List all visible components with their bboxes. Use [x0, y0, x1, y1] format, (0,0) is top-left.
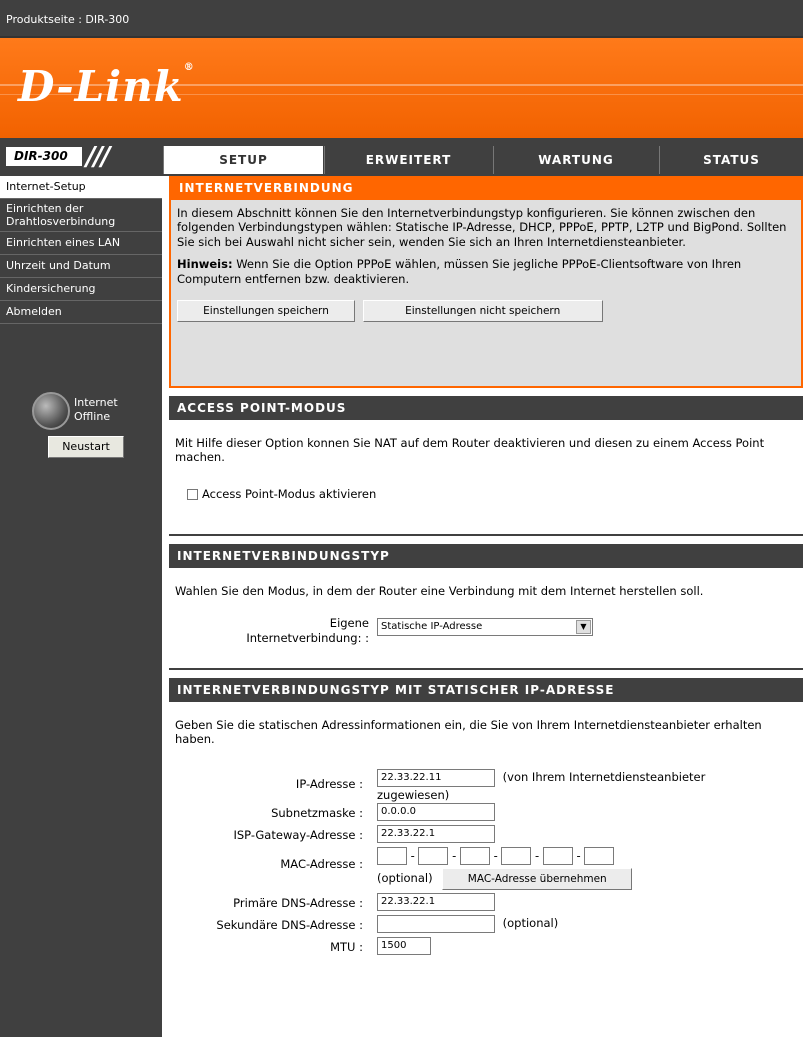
ip-address-hint: (von Ihrem Internetdiensteanbieter: [502, 770, 706, 785]
tab-setup[interactable]: SETUP: [163, 146, 323, 174]
mac-optional-label: (optional): [377, 870, 433, 885]
ap-mode-label: Access Point-Modus aktivieren: [202, 486, 377, 501]
clone-mac-button[interactable]: MAC-Adresse übernehmen: [442, 867, 633, 890]
ip-address-label: IP-Adresse :: [295, 776, 363, 791]
mac-octet-5[interactable]: [542, 846, 573, 865]
sidebar-item-time[interactable]: Uhrzeit und Datum: [0, 255, 162, 278]
mtu-input[interactable]: 1500: [377, 936, 431, 955]
mac-octet-3[interactable]: [459, 846, 490, 865]
mac-address-label: MAC-Adresse :: [280, 856, 363, 871]
model-slashes-icon: ///: [86, 142, 110, 172]
gateway-input[interactable]: 22.33.22.1: [377, 824, 495, 843]
ap-description: Mit Hilfe dieser Option konnen Sie NAT a…: [175, 436, 765, 465]
primary-dns-input[interactable]: 22.33.22.1: [377, 892, 495, 911]
dlink-logo: D-Link®: [18, 62, 195, 111]
ip-address-input[interactable]: 22.33.22.11: [377, 768, 495, 787]
connection-type-section: INTERNETVERBINDUNGSTYP Wahlen Sie den Mo…: [169, 544, 803, 670]
subnet-mask-input[interactable]: 0.0.0.0: [377, 802, 495, 821]
mac-octet-2[interactable]: [418, 846, 449, 865]
sidebar-item-internet-setup[interactable]: Internet-Setup: [0, 176, 162, 199]
section-title: INTERNETVERBINDUNGSTYP MIT STATISCHER IP…: [169, 678, 803, 702]
title-bar: Produktseite : DIR-300: [0, 0, 803, 36]
internet-connection-section: INTERNETVERBINDUNG In diesem Abschnitt k…: [169, 176, 803, 388]
ap-mode-checkbox[interactable]: [187, 488, 198, 500]
sidebar-item-wireless[interactable]: Einrichten der Drahtlosverbindung: [0, 199, 162, 232]
internet-globe-icon: [32, 392, 70, 430]
tab-erweitert[interactable]: ERWEITERT: [324, 146, 492, 174]
sidebar-item-lan[interactable]: Einrichten eines LAN: [0, 232, 162, 255]
save-settings-button[interactable]: Einstellungen speichern: [177, 299, 355, 322]
model-badge: DIR-300: [6, 147, 82, 166]
secondary-dns-label: Sekundäre DNS-Adresse :: [216, 917, 363, 932]
intro-text: In diesem Abschnitt können Sie den Inter…: [177, 206, 787, 249]
section-title: INTERNETVERBINDUNGSTYP: [169, 544, 803, 568]
static-ip-section: INTERNETVERBINDUNGSTYP MIT STATISCHER IP…: [169, 678, 803, 998]
tab-wartung[interactable]: WARTUNG: [493, 146, 658, 174]
subnet-mask-label: Subnetzmaske :: [271, 805, 363, 820]
page-title: Produktseite : DIR-300: [6, 13, 130, 26]
access-point-section: ACCESS POINT-MODUS Mit Hilfe dieser Opti…: [169, 396, 803, 536]
conn-type-select[interactable]: Statische IP-Adresse ▼: [377, 618, 593, 637]
section-title: INTERNETVERBINDUNG: [171, 176, 801, 200]
internet-status: Internet Offline: [74, 396, 118, 423]
section-title: ACCESS POINT-MODUS: [169, 396, 803, 420]
primary-dns-label: Primäre DNS-Adresse :: [233, 895, 363, 910]
dont-save-settings-button[interactable]: Einstellungen nicht speichern: [362, 299, 603, 322]
conn-type-description: Wahlen Sie den Modus, in dem der Router …: [175, 584, 704, 598]
chevron-down-icon: ▼: [576, 620, 591, 635]
tab-status[interactable]: STATUS: [659, 146, 803, 174]
ip-address-hint2: zugewiesen): [377, 787, 450, 802]
mac-octet-4[interactable]: [501, 846, 532, 865]
sidebar: Internet-Setup Einrichten der Drahtlosve…: [0, 176, 162, 1037]
sidebar-item-parental[interactable]: Kindersicherung: [0, 278, 162, 301]
gateway-label: ISP-Gateway-Adresse :: [233, 827, 363, 842]
mac-octet-1[interactable]: [377, 846, 407, 865]
mac-octet-6[interactable]: [584, 846, 615, 865]
brand-banner: D-Link®: [0, 36, 803, 138]
static-ip-description: Geben Sie die statischen Adressinformati…: [175, 718, 762, 747]
sidebar-item-logout[interactable]: Abmelden: [0, 301, 162, 324]
top-nav: DIR-300 /// SETUP ERWEITERT WARTUNG STAT…: [0, 138, 803, 176]
mtu-label: MTU :: [330, 939, 363, 954]
secondary-dns-optional: (optional): [502, 916, 559, 931]
note-text: Hinweis: Wenn Sie die Option PPPoE wähle…: [177, 257, 742, 286]
main-content: INTERNETVERBINDUNG In diesem Abschnitt k…: [169, 176, 803, 1006]
secondary-dns-input[interactable]: [377, 914, 495, 933]
conn-type-label: Eigene Internetverbindung: :: [246, 616, 369, 645]
reboot-button[interactable]: Neustart: [48, 436, 124, 458]
